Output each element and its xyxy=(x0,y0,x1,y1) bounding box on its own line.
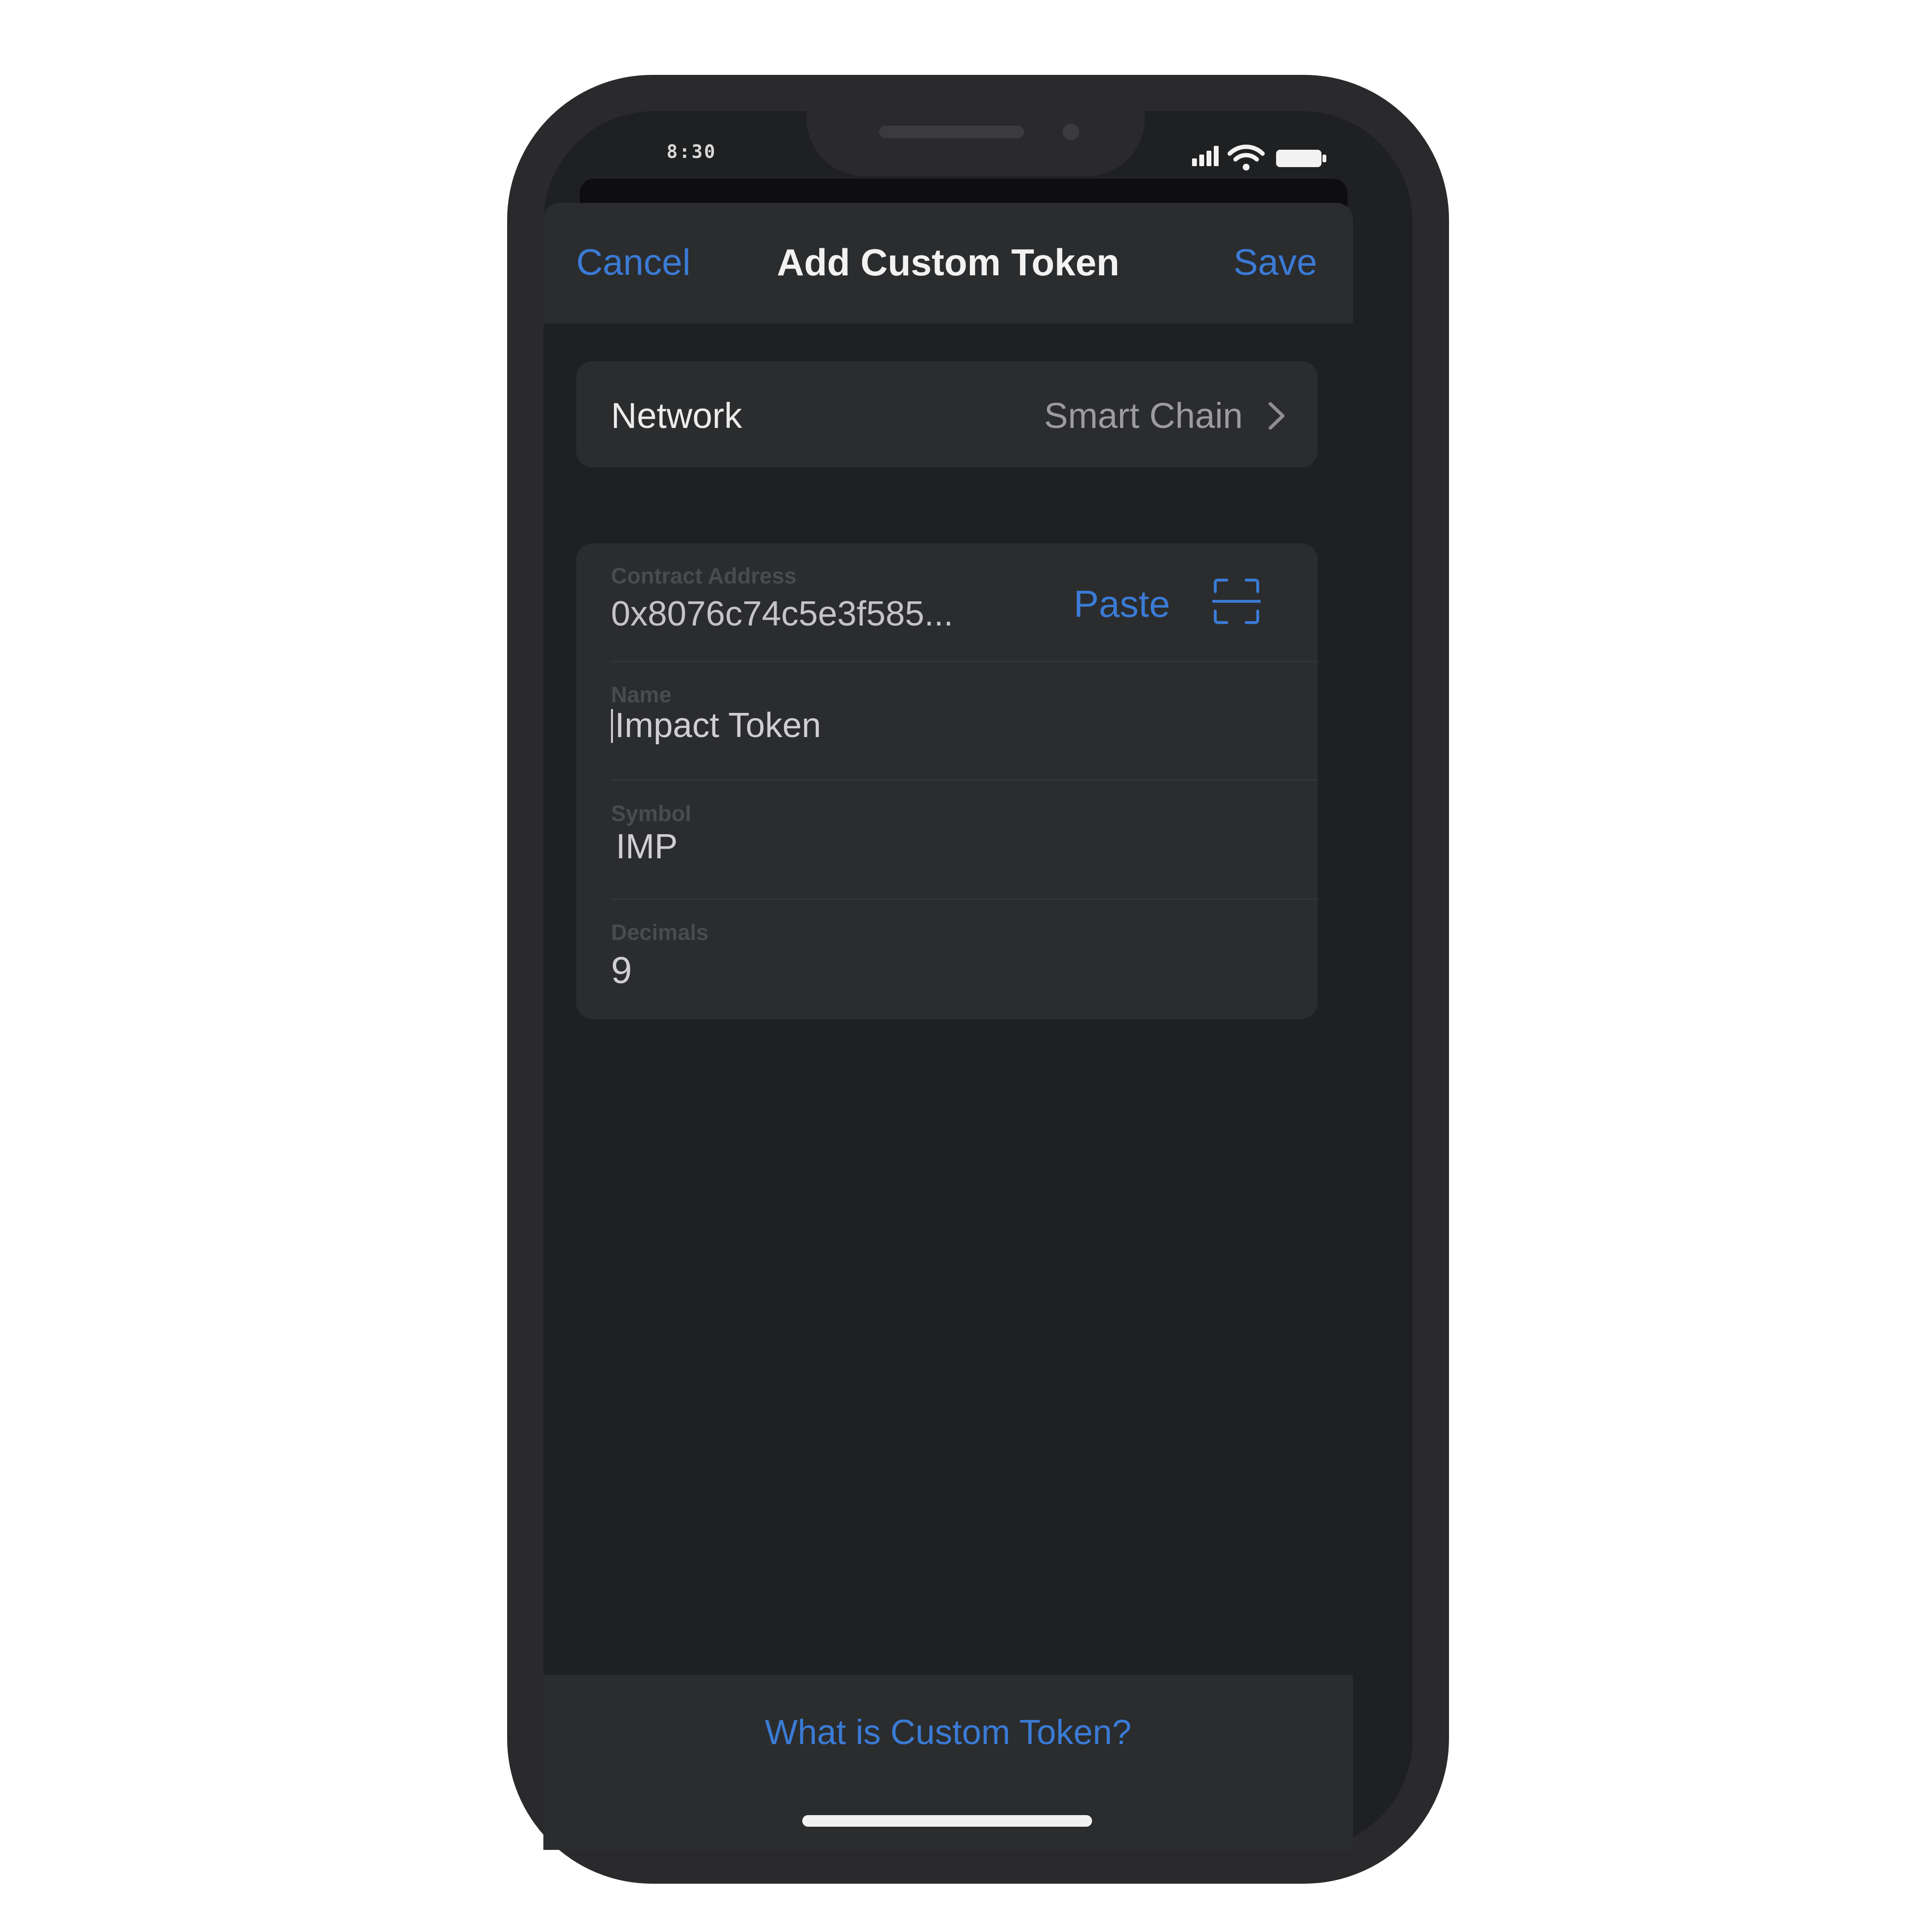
text-cursor xyxy=(611,709,613,743)
network-label: Network xyxy=(611,396,742,436)
wifi-icon xyxy=(1227,144,1265,170)
paste-button[interactable]: Paste xyxy=(1074,582,1170,626)
battery-icon xyxy=(1276,150,1326,167)
token-form: Contract Address 0x8076c74c5e3f585... Pa… xyxy=(576,543,1318,1019)
decimals-value[interactable]: 9 xyxy=(611,948,632,992)
footer-bar: What is Custom Token? xyxy=(543,1675,1353,1850)
front-camera xyxy=(1063,124,1079,140)
network-value: Smart Chain xyxy=(1044,396,1243,436)
decimals-label: Decimals xyxy=(611,920,709,945)
symbol-value[interactable]: IMP xyxy=(616,827,678,867)
scan-qr-icon[interactable] xyxy=(1212,577,1261,625)
contract-address-label: Contract Address xyxy=(611,563,797,588)
contract-address-value[interactable]: 0x8076c74c5e3f585... xyxy=(611,594,953,634)
page-title: Add Custom Token xyxy=(777,241,1120,284)
navigation-bar: Cancel Add Custom Token Save xyxy=(543,203,1353,324)
name-value: Impact Token xyxy=(615,706,821,745)
status-time: 8:30 xyxy=(667,141,717,162)
decimals-field[interactable]: Decimals 9 xyxy=(576,900,1318,1019)
symbol-field[interactable]: Symbol IMP xyxy=(576,781,1318,900)
what-is-custom-token-link[interactable]: What is Custom Token? xyxy=(543,1713,1353,1752)
contract-address-field[interactable]: Contract Address 0x8076c74c5e3f585... Pa… xyxy=(576,543,1318,662)
save-button[interactable]: Save xyxy=(1234,242,1317,284)
speaker-grille xyxy=(879,126,1024,138)
name-input[interactable]: Impact Token xyxy=(611,706,821,745)
home-indicator[interactable] xyxy=(802,1815,1092,1827)
add-custom-token-sheet: Cancel Add Custom Token Save Network Sma… xyxy=(543,203,1353,1850)
chevron-right-icon xyxy=(1268,402,1285,430)
network-selector[interactable]: Network Smart Chain xyxy=(576,361,1318,468)
name-field[interactable]: Name Impact Token xyxy=(576,662,1318,781)
name-label: Name xyxy=(611,682,672,707)
symbol-label: Symbol xyxy=(611,801,692,826)
